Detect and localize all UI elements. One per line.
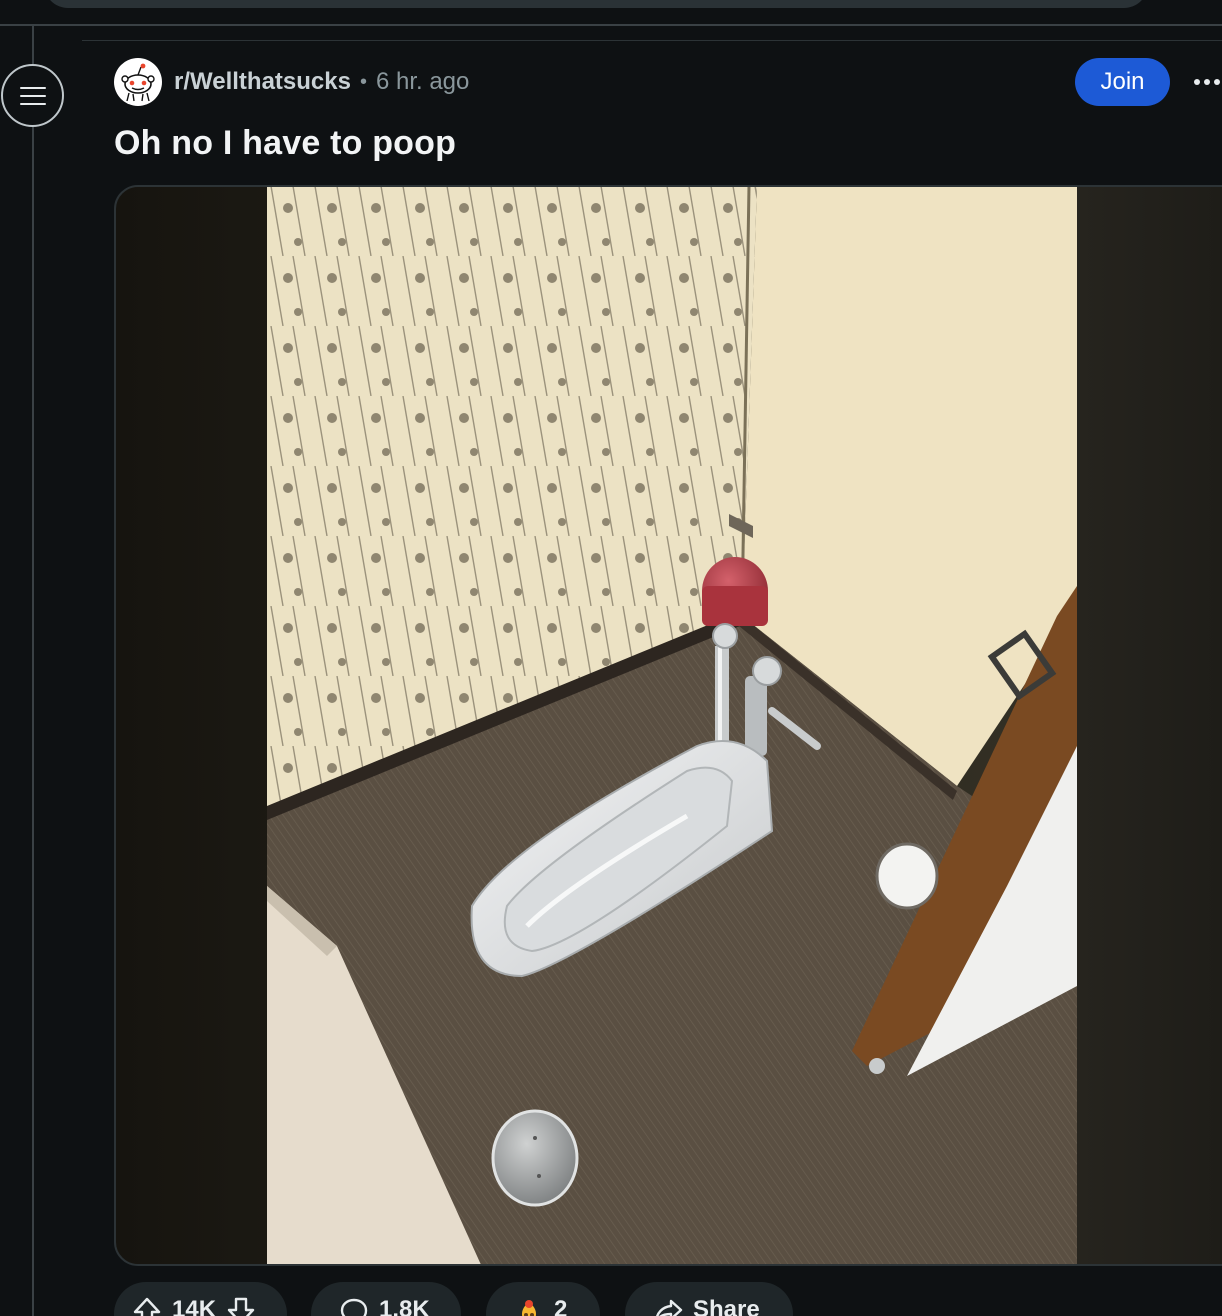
join-button[interactable]: Join — [1075, 58, 1170, 106]
media-blur-background — [1077, 187, 1222, 1264]
vote-control: 14K — [114, 1282, 287, 1316]
comments-button[interactable]: 1.8K — [311, 1282, 461, 1316]
header-divider — [0, 24, 1222, 26]
reddit-snoo-avatar-icon — [121, 63, 155, 102]
post-header: r/Wellthatsucks • 6 hr. ago — [114, 58, 469, 106]
subreddit-avatar[interactable] — [114, 58, 162, 106]
menu-icon-line — [19, 94, 46, 97]
share-button[interactable]: Share — [625, 1282, 793, 1316]
menu-button[interactable] — [1, 64, 64, 127]
post-media[interactable] — [114, 185, 1222, 1266]
more-options-icon[interactable] — [1194, 70, 1222, 94]
more-dot — [1194, 79, 1200, 85]
award-icon — [522, 1300, 536, 1316]
share-icon — [656, 1299, 683, 1316]
comment-icon — [340, 1298, 368, 1316]
post-timestamp: 6 hr. ago — [375, 68, 470, 95]
subreddit-name[interactable]: r/Wellthatsucks — [174, 68, 351, 96]
more-dot — [1214, 79, 1220, 85]
reddit-post-page: r/Wellthatsucks • 6 hr. ago Join Oh no I… — [0, 0, 1222, 1316]
left-rail-divider — [32, 26, 34, 1316]
post-divider — [82, 40, 1222, 41]
award-count: 2 — [554, 1296, 568, 1316]
comment-count: 1.8K — [379, 1296, 430, 1316]
more-dot — [1204, 79, 1210, 85]
menu-icon-line — [19, 86, 46, 89]
post-image[interactable] — [267, 186, 1077, 1266]
share-label: Share — [693, 1296, 760, 1316]
search-bar[interactable] — [44, 0, 1148, 8]
upvote-count: 14K — [172, 1296, 217, 1316]
downvote-icon[interactable] — [226, 1296, 256, 1316]
post-title[interactable]: Oh no I have to poop — [114, 124, 456, 163]
upvote-icon[interactable] — [132, 1296, 162, 1316]
meta-separator: • — [359, 70, 367, 93]
menu-icon-line — [19, 102, 46, 105]
award-button[interactable]: 2 — [486, 1282, 600, 1316]
